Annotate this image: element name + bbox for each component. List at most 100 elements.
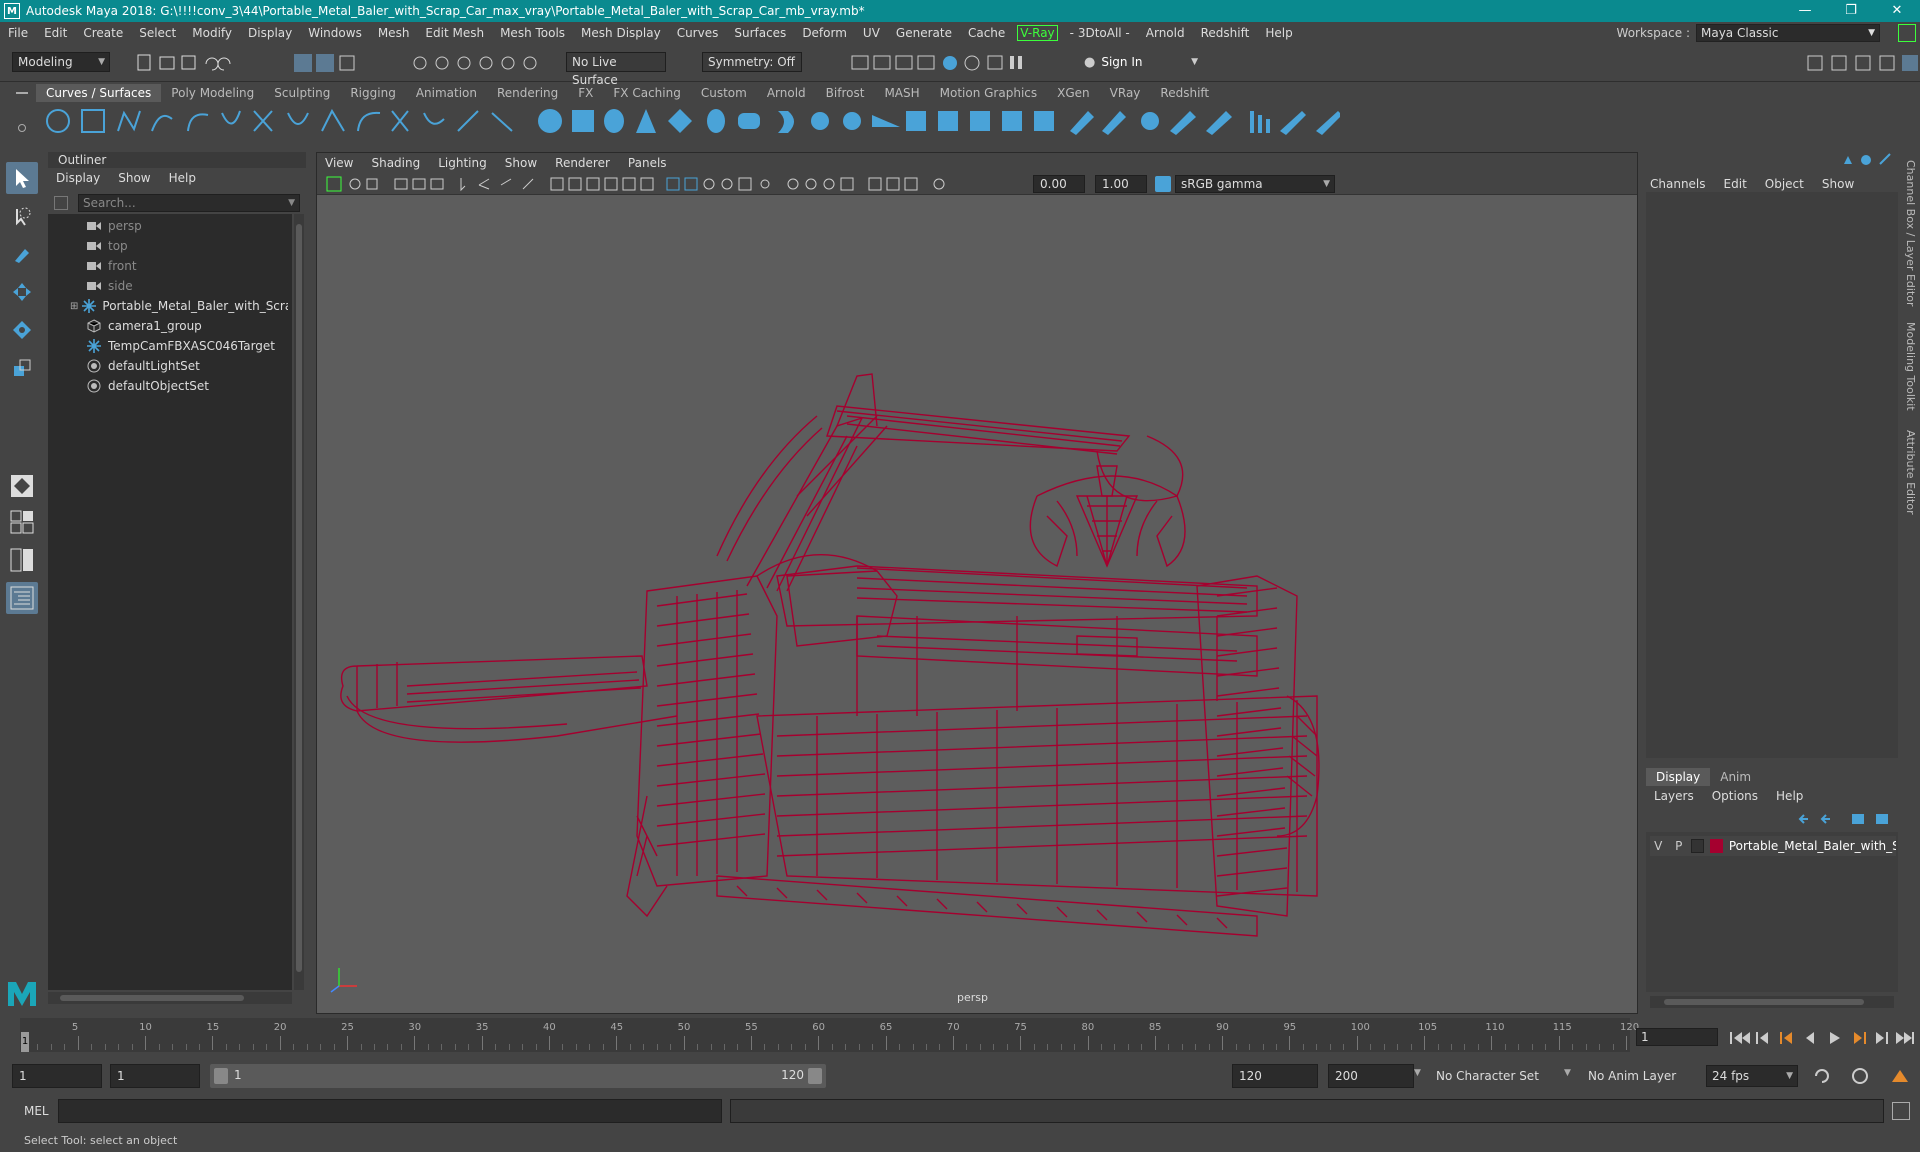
paint-select-tool[interactable] (6, 238, 38, 270)
maya-home-logo-icon[interactable] (6, 976, 38, 1008)
command-language-label[interactable]: MEL (24, 1104, 49, 1118)
tab-modeling-toolkit[interactable]: Modeling Toolkit (1904, 322, 1917, 411)
close-button[interactable]: ✕ (1874, 0, 1920, 22)
outliner-item[interactable]: persp (48, 216, 288, 236)
menu-deform[interactable]: Deform (794, 26, 855, 40)
channel-box-menu-object[interactable]: Object (1765, 177, 1804, 191)
shelf-tab-animation[interactable]: Animation (406, 84, 487, 102)
playback-range-slider[interactable]: 1 120 (210, 1064, 826, 1088)
anim-layer-dropdown[interactable]: No Anim Layer (1582, 1064, 1702, 1088)
live-surface-field[interactable]: No Live Surface (566, 52, 666, 87)
playback-start-field[interactable]: 1 (110, 1064, 200, 1088)
shelf-tab-arnold[interactable]: Arnold (757, 84, 816, 102)
outliner-vertical-scrollbar[interactable] (294, 214, 304, 990)
menu-curves[interactable]: Curves (669, 26, 727, 40)
menu-windows[interactable]: Windows (300, 26, 370, 40)
tab-attribute-editor[interactable]: Attribute Editor (1904, 430, 1917, 515)
anim-prefs-icons[interactable] (1812, 1066, 1918, 1086)
shelf-tool-icons[interactable] (40, 105, 1340, 137)
filter-icon[interactable] (54, 196, 68, 210)
layer-row[interactable]: V P Portable_Metal_Baler_with_Scr (1650, 836, 1896, 856)
outliner-item[interactable]: ⊞ Portable_Metal_Baler_with_Scrap_Car (48, 296, 288, 316)
layer-menu-help[interactable]: Help (1776, 789, 1803, 803)
select-tool[interactable] (6, 162, 38, 194)
viewport-menu-shading[interactable]: Shading (371, 156, 420, 170)
shelf-tab-rigging[interactable]: Rigging (340, 84, 405, 102)
four-view-button[interactable] (6, 506, 38, 538)
outliner-search-input[interactable]: Search... ▼ (78, 194, 300, 212)
time-slider[interactable]: 5 10 15 20 25 30 35 40 45 50 55 60 65 70 75 80 85 90 95 100… (0, 1016, 1920, 1056)
menu-select[interactable]: Select (131, 26, 184, 40)
shelf-tab-mash[interactable]: MASH (874, 84, 929, 102)
menu-uv[interactable]: UV (855, 26, 888, 40)
menu-edit-mesh[interactable]: Edit Mesh (417, 26, 492, 40)
expand-icon[interactable]: ⊞ (70, 301, 78, 312)
outliner-item[interactable]: camera1_group (48, 316, 288, 336)
menu-surfaces[interactable]: Surfaces (726, 26, 794, 40)
outliner-item[interactable]: defaultLightSet (48, 356, 288, 376)
single-view-button[interactable] (6, 470, 38, 502)
outliner-item[interactable]: top (48, 236, 288, 256)
tab-display[interactable]: Display (1646, 768, 1711, 786)
menu-create[interactable]: Create (75, 26, 131, 40)
viewport-menu-lighting[interactable]: Lighting (438, 156, 487, 170)
select-mode-icons[interactable] (292, 52, 362, 74)
color-space-dropdown[interactable]: sRGB gamma ▼ (1175, 175, 1335, 193)
layer-playback-toggle[interactable]: P (1671, 839, 1688, 853)
viewport-menu-view[interactable]: View (325, 156, 353, 170)
menu-help[interactable]: Help (1257, 26, 1300, 40)
render-icons[interactable] (848, 52, 1038, 74)
panel-toggle-icons[interactable] (1802, 52, 1920, 74)
menu-mesh[interactable]: Mesh (370, 26, 418, 40)
channel-box-header-icons[interactable] (1838, 152, 1898, 168)
minimize-button[interactable]: — (1782, 0, 1828, 22)
shelf-tab-bifrost[interactable]: Bifrost (816, 84, 875, 102)
restore-button[interactable]: ❐ (1828, 0, 1874, 22)
shelf-settings-icon[interactable] (18, 124, 26, 132)
channel-box-menu-show[interactable]: Show (1822, 177, 1854, 191)
viewport-toolbar-icons[interactable] (323, 175, 1003, 193)
exposure-field[interactable]: 0.00 (1033, 175, 1085, 193)
lock-icon[interactable] (1898, 24, 1916, 42)
menu-generate[interactable]: Generate (888, 26, 960, 40)
character-set-dropdown[interactable]: No Character Set (1436, 1064, 1574, 1088)
outliner-layout-button[interactable] (6, 582, 38, 614)
color-management-icon[interactable] (1155, 176, 1171, 192)
animation-end-field[interactable]: 200 (1328, 1064, 1414, 1088)
outliner-menu-help[interactable]: Help (169, 171, 196, 185)
outliner-item[interactable]: TempCamFBXASC046Target (48, 336, 288, 356)
sign-in-button[interactable]: ● Sign In ▼ (1084, 52, 1198, 72)
outliner-menu-display[interactable]: Display (56, 171, 100, 185)
layer-visibility-toggle[interactable]: V (1650, 839, 1667, 853)
move-tool[interactable] (6, 276, 38, 308)
viewport-menu-panels[interactable]: Panels (628, 156, 667, 170)
playhead[interactable]: 1 (21, 1032, 29, 1052)
layer-type-toggle[interactable] (1691, 839, 1704, 853)
menu-modify[interactable]: Modify (184, 26, 240, 40)
shelf-tab-fx-caching[interactable]: FX Caching (603, 84, 690, 102)
scale-tool[interactable] (6, 352, 38, 384)
playback-end-field[interactable]: 120 (1232, 1064, 1318, 1088)
current-frame-field[interactable]: 1 (1636, 1028, 1718, 1046)
shelf-tab-curves-surfaces[interactable]: Curves / Surfaces (36, 84, 162, 102)
menu-file[interactable]: File (0, 26, 36, 40)
viewport-menu-show[interactable]: Show (505, 156, 537, 170)
command-input[interactable] (58, 1099, 722, 1123)
shelf-tab-sculpting[interactable]: Sculpting (264, 84, 340, 102)
two-view-button[interactable] (6, 544, 38, 576)
outliner-item[interactable]: defaultObjectSet (48, 376, 288, 396)
menu-redshift[interactable]: Redshift (1193, 26, 1258, 40)
channel-box-menu-channels[interactable]: Channels (1650, 177, 1706, 191)
tab-anim[interactable]: Anim (1710, 768, 1761, 786)
file-tools-icons[interactable] (134, 52, 254, 74)
shelf-tab-redshift[interactable]: Redshift (1150, 84, 1219, 102)
range-start-handle[interactable] (214, 1068, 228, 1084)
snap-icons[interactable] (410, 52, 560, 74)
layer-menu-options[interactable]: Options (1712, 789, 1758, 803)
menu-edit[interactable]: Edit (36, 26, 75, 40)
script-editor-icon[interactable] (1892, 1102, 1910, 1120)
outliner-menu-show[interactable]: Show (118, 171, 150, 185)
mode-dropdown[interactable]: Modeling ▼ (12, 52, 110, 72)
rotate-tool[interactable] (6, 314, 38, 346)
tab-channel-box-layer-editor[interactable]: Channel Box / Layer Editor (1904, 160, 1917, 307)
